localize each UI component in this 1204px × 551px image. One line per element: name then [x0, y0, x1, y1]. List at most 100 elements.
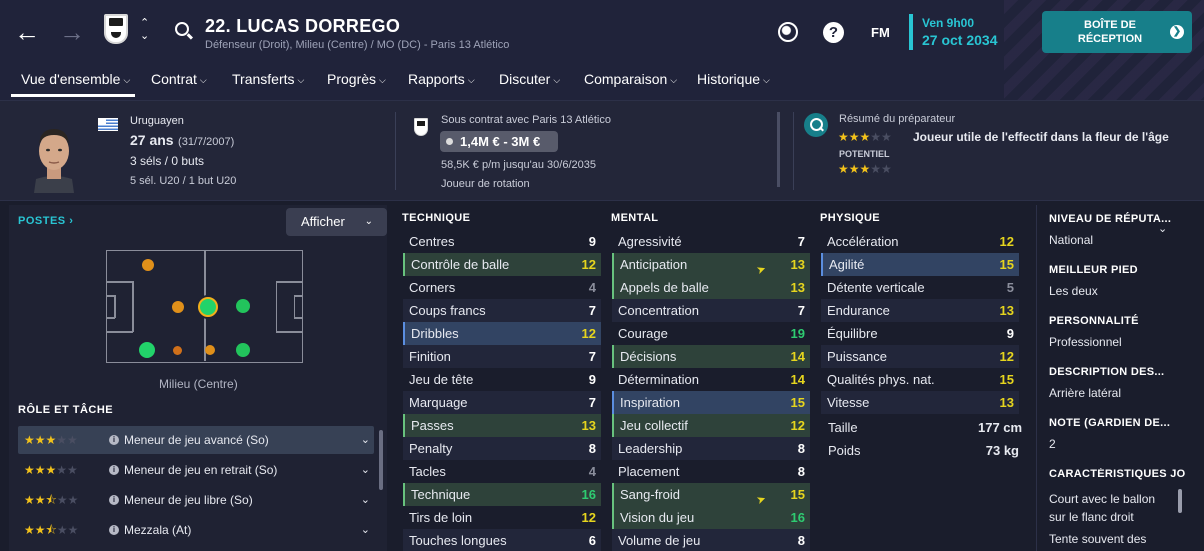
- attribute-row[interactable]: Puissance 12: [821, 345, 1019, 368]
- game-time[interactable]: Ven 9h00: [922, 16, 974, 30]
- attribute-row[interactable]: Anticipation 13 ➤: [612, 253, 810, 277]
- attribute-row[interactable]: Courage 19: [612, 322, 810, 345]
- tab-discuss[interactable]: Discuter ⌵: [499, 71, 560, 87]
- attribute-row[interactable]: Appels de balle 13: [612, 276, 810, 299]
- attribute-row[interactable]: Passes 13: [403, 414, 601, 437]
- attribute-row[interactable]: Agilité 15: [821, 253, 1019, 276]
- attribute-row[interactable]: Vitesse 13: [821, 391, 1019, 414]
- tab-reports[interactable]: Rapports ⌵: [408, 71, 475, 87]
- attribute-row[interactable]: Détente verticale 5: [821, 276, 1019, 299]
- attribute-row[interactable]: Marquage 7: [403, 391, 601, 414]
- tab-label: Vue d'ensemble: [21, 71, 121, 87]
- fm-logo[interactable]: FM: [871, 25, 890, 40]
- attribute-row[interactable]: Corners 4: [403, 276, 601, 299]
- attribute-name: Inspiration: [620, 395, 680, 410]
- inbox-button[interactable]: BOÎTE DE RÉCEPTION ❯: [1042, 11, 1192, 53]
- chevron-down-icon[interactable]: ⌄: [361, 456, 370, 484]
- back-arrow-icon[interactable]: ←: [14, 19, 40, 45]
- attribute-name: Anticipation: [620, 257, 688, 272]
- attribute-row[interactable]: Technique 16: [403, 483, 601, 506]
- game-date[interactable]: 27 oct 2034: [922, 32, 998, 48]
- attribute-row[interactable]: Qualités phys. nat. 15: [821, 368, 1019, 391]
- attribute-row[interactable]: Inspiration 15: [612, 391, 810, 414]
- search-icon[interactable]: [175, 22, 189, 36]
- attribute-row[interactable]: Agressivité 7: [612, 230, 810, 253]
- attribute-row[interactable]: Accélération 12: [821, 230, 1019, 253]
- info-icon[interactable]: i: [109, 465, 119, 475]
- role-row[interactable]: ★★★★★ i Meneur de jeu avancé (So) ⌄: [18, 426, 374, 454]
- attribute-value: 19: [790, 326, 805, 341]
- attribute-row[interactable]: Centres 9: [403, 230, 601, 253]
- role-name: Meneur de jeu en retrait (So): [124, 463, 278, 477]
- attribute-row[interactable]: Concentration 7: [612, 299, 810, 322]
- attribute-row[interactable]: Tacles 4: [403, 460, 601, 483]
- attribute-row[interactable]: Volume de jeu 8: [612, 529, 810, 551]
- transfer-value[interactable]: 1,4M € - 3M €: [440, 131, 558, 152]
- player-switch-icon[interactable]: ⌃ ⌄: [140, 17, 149, 43]
- preferred-foot-label: MEILLEUR PIED: [1049, 264, 1138, 276]
- attribute-row[interactable]: Penalty 8: [403, 437, 601, 460]
- attribute-value: 7: [588, 303, 596, 318]
- help-icon[interactable]: ?: [823, 22, 844, 43]
- traits-scrollbar[interactable]: [1178, 489, 1182, 513]
- attribute-value: 6: [588, 533, 596, 548]
- attribute-row[interactable]: Détermination 14: [612, 368, 810, 391]
- info-icon[interactable]: i: [109, 495, 119, 505]
- player-avatar[interactable]: [28, 121, 80, 193]
- tab-history[interactable]: Historique ⌵: [697, 71, 770, 87]
- tab-transfers[interactable]: Transferts ⌵: [232, 71, 304, 87]
- attribute-row[interactable]: Touches longues 6: [403, 529, 601, 551]
- chevron-down-icon[interactable]: ⌄: [1158, 222, 1167, 235]
- attribute-value: 14: [790, 349, 805, 364]
- info-icon[interactable]: i: [109, 435, 119, 445]
- attribute-row[interactable]: Vision du jeu 16: [612, 506, 810, 529]
- attribute-row[interactable]: Leadership 8: [612, 437, 810, 460]
- attribute-row[interactable]: Sang-froid 15 ➤: [612, 483, 810, 507]
- date-of-birth: (31/7/2007): [178, 136, 235, 148]
- potential-label: POTENTIEL: [839, 149, 890, 159]
- trait-line: Tente souvent des: [1049, 532, 1147, 546]
- attribute-row[interactable]: Jeu collectif 12: [612, 414, 810, 437]
- tab-label: Comparaison: [584, 71, 668, 87]
- personality-value: Professionnel: [1049, 335, 1122, 349]
- attribute-row[interactable]: Décisions 14: [612, 345, 810, 368]
- attribute-value: 15: [999, 257, 1014, 272]
- role-row[interactable]: ★★★★★ i Meneur de jeu en retrait (So) ⌄: [18, 456, 374, 484]
- forward-arrow-icon[interactable]: →: [59, 19, 85, 45]
- attribute-row[interactable]: Dribbles 12: [403, 322, 601, 345]
- scrollbar[interactable]: [777, 112, 780, 187]
- media-description-value: Arrière latéral: [1049, 386, 1122, 400]
- attribute-value: 5: [1006, 280, 1014, 295]
- attribute-row[interactable]: Contrôle de balle 12: [403, 253, 601, 276]
- chevron-down-icon[interactable]: ⌄: [361, 486, 370, 514]
- attribute-name: Jeu de tête: [409, 372, 474, 387]
- role-row[interactable]: ★★⯪★★ i Mezzala (At) ⌄: [18, 516, 374, 544]
- club-crest-icon[interactable]: [104, 14, 128, 44]
- chevron-down-icon[interactable]: ⌄: [361, 426, 370, 454]
- attribute-row[interactable]: Coups francs 7: [403, 299, 601, 322]
- tab-contract[interactable]: Contrat ⌵: [151, 71, 207, 87]
- tab-comparison[interactable]: Comparaison ⌵: [584, 71, 677, 87]
- globe-icon[interactable]: [778, 22, 798, 42]
- attribute-value: 13: [999, 395, 1014, 410]
- positions-link[interactable]: POSTES ›: [18, 215, 73, 227]
- tab-overview[interactable]: Vue d'ensemble ⌵: [21, 71, 130, 87]
- attribute-row[interactable]: Endurance 13: [821, 299, 1019, 322]
- info-icon[interactable]: i: [109, 525, 119, 535]
- attribute-row[interactable]: Tirs de loin 12: [403, 506, 601, 529]
- roles-scrollbar[interactable]: [379, 430, 383, 490]
- tab-progress[interactable]: Progrès ⌵: [327, 71, 386, 87]
- chevron-down-icon[interactable]: ⌄: [361, 516, 370, 544]
- attribute-value: 8: [797, 441, 805, 456]
- coach-report-icon[interactable]: [804, 113, 828, 137]
- attribute-row[interactable]: Équilibre 9: [821, 322, 1019, 345]
- attribute-row[interactable]: Jeu de tête 9: [403, 368, 601, 391]
- attribute-name: Puissance: [827, 349, 887, 364]
- attribute-name: Corners: [409, 280, 456, 295]
- attribute-row[interactable]: Placement 8: [612, 460, 810, 483]
- attribute-name: Finition: [409, 349, 451, 364]
- attribute-row[interactable]: Finition 7: [403, 345, 601, 368]
- role-row[interactable]: ★★⯪★★ i Meneur de jeu libre (So) ⌄: [18, 486, 374, 514]
- attribute-name: Technique: [411, 487, 471, 502]
- show-dropdown-button[interactable]: Afficher ⌄: [286, 208, 387, 236]
